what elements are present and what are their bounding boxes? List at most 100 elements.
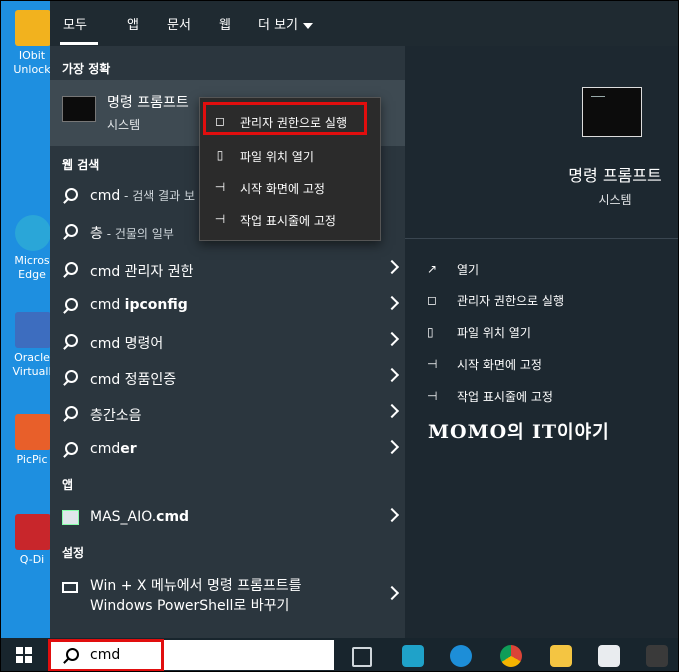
store-icon[interactable] bbox=[598, 645, 620, 667]
web-result-row[interactable]: cmd ipconfig bbox=[50, 288, 405, 324]
chevron-right-icon[interactable] bbox=[384, 585, 400, 601]
tab-active-indicator bbox=[60, 42, 98, 45]
desktop-icon-label: Q-Di bbox=[19, 553, 45, 566]
web-result-row[interactable]: cmd 명령어 bbox=[50, 324, 405, 360]
watermark-part: MOMO bbox=[428, 421, 508, 443]
picpick-icon bbox=[15, 414, 51, 450]
section-apps: 앱 bbox=[62, 478, 74, 492]
search-icon bbox=[62, 405, 80, 423]
tab-more-label: 더 보기 bbox=[258, 18, 299, 33]
action-label: 관리자 권한으로 실행 bbox=[457, 294, 564, 308]
search-icon bbox=[62, 187, 80, 205]
desktop-icon-label: Micros Edge bbox=[14, 254, 50, 281]
settings-display-icon bbox=[62, 582, 78, 593]
web-result-main: 층간소음 bbox=[90, 408, 142, 424]
desktop-icon-picpick[interactable]: PicPic bbox=[12, 414, 54, 467]
detail-subtitle: 시스템 bbox=[598, 193, 632, 207]
task-view-icon[interactable] bbox=[352, 647, 372, 667]
web-result-bold: er bbox=[120, 441, 137, 457]
action-label: 시작 화면에 고정 bbox=[457, 358, 542, 372]
file-explorer-icon[interactable] bbox=[550, 645, 572, 667]
action-label: 작업 표시줄에 고정 bbox=[457, 390, 553, 404]
settings-result-row[interactable]: Win + X 메뉴에서 명령 프롬프트를 Windows PowerShell… bbox=[50, 568, 405, 616]
web-result-main: cmd 명령어 bbox=[90, 336, 164, 352]
watermark-part: 이야기 bbox=[557, 422, 610, 443]
chevron-right-icon[interactable] bbox=[384, 367, 400, 383]
virtualbox-icon bbox=[15, 312, 51, 348]
picpick-icon[interactable] bbox=[646, 645, 668, 667]
search-icon bbox=[62, 297, 80, 315]
desktop-icon-label: IObit Unlock bbox=[13, 49, 51, 76]
web-result-row[interactable]: cmd 정품인증 bbox=[50, 360, 405, 396]
desktop-icon-virtualbox[interactable]: Oracle Virtuall bbox=[12, 312, 54, 379]
action-label: 파일 위치 열기 bbox=[457, 326, 531, 340]
chevron-down-icon bbox=[303, 22, 314, 29]
best-match-type: 시스템 bbox=[107, 118, 141, 132]
edge-icon bbox=[15, 215, 51, 251]
web-result-row[interactable]: 층간소음 bbox=[50, 396, 405, 432]
web-result-main: cmd 정품인증 bbox=[90, 372, 177, 388]
section-best-match: 가장 정확 bbox=[62, 62, 111, 76]
section-web-search: 웹 검색 bbox=[62, 158, 100, 172]
web-result-prefix: cmd bbox=[90, 441, 121, 457]
tab-all[interactable]: 모두 bbox=[63, 14, 87, 33]
watermark-part: IT bbox=[532, 421, 558, 443]
app-icon[interactable] bbox=[402, 645, 424, 667]
web-result-row[interactable]: cmder bbox=[50, 432, 405, 468]
chevron-right-icon[interactable] bbox=[384, 507, 400, 523]
web-result-row[interactable]: cmd 관리자 권한 bbox=[50, 252, 405, 288]
pin-icon: ⊣ bbox=[427, 389, 438, 403]
settings-result-line2: Windows PowerShell로 바꾸기 bbox=[90, 598, 290, 614]
file-location-icon: ▯ bbox=[427, 325, 434, 339]
highlight-box bbox=[48, 639, 164, 672]
search-icon bbox=[62, 441, 80, 459]
search-tabs: 모두 앱 문서 웹 더 보기 bbox=[50, 0, 679, 46]
pin-icon: ⊣ bbox=[214, 212, 226, 226]
chevron-right-icon[interactable] bbox=[384, 403, 400, 419]
settings-result-line1: Win + X 메뉴에서 명령 프롬프트를 bbox=[90, 578, 302, 594]
context-item-pin-start[interactable]: ⊣ 시작 화면에 고정 bbox=[200, 172, 380, 202]
web-result-prefix: cmd bbox=[90, 297, 125, 313]
chevron-right-icon[interactable] bbox=[384, 295, 400, 311]
desktop-icon-label: PicPic bbox=[16, 453, 48, 466]
tab-more[interactable]: 더 보기 bbox=[258, 14, 314, 33]
web-result-sub: - 건물의 일부 bbox=[102, 227, 174, 241]
desktop-icon-qdir[interactable]: Q-Di bbox=[12, 514, 54, 567]
command-prompt-icon bbox=[62, 96, 96, 122]
context-item-label: 작업 표시줄에 고정 bbox=[240, 214, 336, 228]
tab-documents[interactable]: 문서 bbox=[167, 14, 191, 33]
app-result-row[interactable]: MAS_AIO.cmd bbox=[50, 500, 405, 536]
web-result-sub: - 검색 결과 보 bbox=[120, 189, 196, 203]
section-settings: 설정 bbox=[62, 546, 85, 560]
edge-icon[interactable] bbox=[450, 645, 472, 667]
detail-pane: 명령 프롬프트 시스템 ↗ 열기 ◻ 관리자 권한으로 실행 ▯ 파일 위치 열… bbox=[405, 46, 679, 638]
pin-icon: ⊣ bbox=[427, 357, 438, 371]
desktop-icon-iobit[interactable]: IObit Unlock bbox=[12, 10, 54, 77]
watermark-part: 의 bbox=[507, 422, 532, 443]
chevron-right-icon[interactable] bbox=[384, 259, 400, 275]
chevron-right-icon[interactable] bbox=[384, 331, 400, 347]
windows-start-icon[interactable] bbox=[16, 647, 32, 663]
web-result-bold: ipconfig bbox=[124, 297, 188, 313]
desktop-icon-label: Oracle Virtuall bbox=[12, 351, 52, 378]
context-item-open-file-location[interactable]: ▯ 파일 위치 열기 bbox=[200, 140, 380, 170]
detail-title: 명령 프롬프트 bbox=[568, 166, 662, 185]
app-result-bold: cmd bbox=[156, 509, 190, 525]
web-result-main: 층 bbox=[90, 226, 103, 242]
chrome-icon[interactable] bbox=[500, 645, 522, 667]
context-item-label: 시작 화면에 고정 bbox=[240, 182, 325, 196]
desktop-icon-edge[interactable]: Micros Edge bbox=[12, 215, 54, 282]
search-icon bbox=[62, 369, 80, 387]
qdir-icon bbox=[15, 514, 51, 550]
detail-header: 명령 프롬프트 시스템 bbox=[405, 46, 679, 236]
divider bbox=[405, 238, 679, 239]
shield-icon: ◻ bbox=[427, 293, 437, 307]
tab-web[interactable]: 웹 bbox=[219, 14, 231, 33]
chevron-right-icon[interactable] bbox=[384, 439, 400, 455]
context-item-pin-taskbar[interactable]: ⊣ 작업 표시줄에 고정 bbox=[200, 204, 380, 234]
search-icon bbox=[62, 261, 80, 279]
watermark: MOMO의 IT이야기 bbox=[428, 418, 610, 444]
iobit-icon bbox=[15, 10, 51, 46]
action-label: 열기 bbox=[457, 263, 480, 277]
tab-apps[interactable]: 앱 bbox=[127, 14, 139, 33]
